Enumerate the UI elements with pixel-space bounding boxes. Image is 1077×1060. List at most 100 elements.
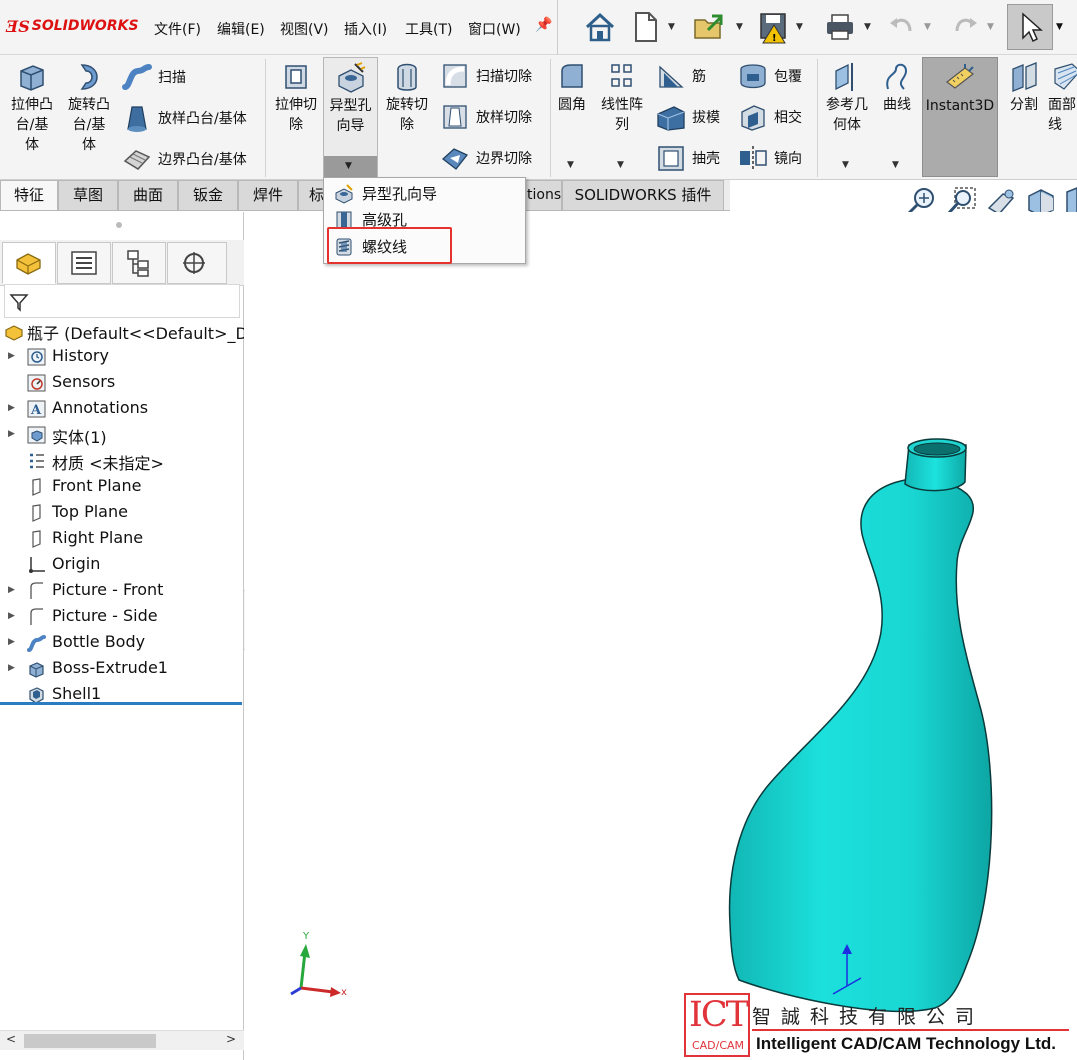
fillet-button[interactable]: 圆角: [552, 61, 592, 115]
tree-item-boss-extrude1[interactable]: ▶ Boss-Extrude1: [0, 656, 244, 682]
view-triad[interactable]: Y x: [290, 931, 347, 998]
chevron-down-icon[interactable]: ▼: [842, 160, 849, 170]
rollback-bar[interactable]: [0, 702, 242, 705]
shell-button[interactable]: 抽壳: [656, 143, 720, 173]
swept-cut-button[interactable]: 扫描切除: [440, 61, 532, 91]
tree-item-origin[interactable]: Origin: [0, 552, 244, 578]
chevron-down-icon[interactable]: ▼: [668, 22, 675, 32]
chevron-down-icon[interactable]: ▼: [864, 22, 871, 32]
expand-arrow-icon[interactable]: ▶: [8, 403, 15, 413]
horizontal-scrollbar[interactable]: < >: [0, 1030, 244, 1050]
tree-item-material[interactable]: 材质 <未指定>: [0, 448, 244, 474]
menu-tools[interactable]: 工具(T): [405, 19, 452, 39]
solidworks-logo[interactable]: ƎS SOLIDWORKS: [6, 14, 139, 38]
linear-pattern-button[interactable]: 线性阵 列: [596, 61, 648, 135]
tab-configuration-manager[interactable]: [112, 242, 166, 284]
select-tool-button[interactable]: [1007, 4, 1053, 50]
menu-file[interactable]: 文件(F): [154, 19, 201, 39]
tree-item-picture-side[interactable]: ▶ Picture - Side: [0, 604, 244, 630]
tree-item-solid-bodies[interactable]: ▶ 实体(1): [0, 422, 244, 448]
model-view[interactable]: Y x: [245, 212, 1077, 1060]
scrollbar-thumb[interactable]: [24, 1034, 156, 1048]
tab-feature-manager[interactable]: [2, 242, 56, 284]
tree-item-sensors[interactable]: Sensors: [0, 370, 244, 396]
hole-wizard-content: 异型孔 向导: [324, 62, 377, 136]
tree-root-part[interactable]: 瓶子 (Default<<Default>_Di: [0, 318, 244, 344]
expand-arrow-icon[interactable]: ▶: [8, 585, 15, 595]
reference-geometry-button[interactable]: 参考几 何体: [820, 61, 874, 135]
tab-solidworks-addins[interactable]: SOLIDWORKS 插件: [562, 180, 724, 210]
intersect-button[interactable]: 相交: [738, 102, 802, 132]
hole-wizard-button[interactable]: 异型孔 向导 ▼: [323, 57, 378, 179]
menu-insert[interactable]: 插入(I): [344, 19, 387, 39]
menu-window[interactable]: 窗口(W): [468, 19, 521, 39]
tab-sheet-metal[interactable]: 钣金: [178, 180, 238, 210]
tree-item-front-plane[interactable]: Front Plane: [0, 474, 244, 500]
expand-arrow-icon[interactable]: ▶: [8, 663, 15, 673]
chevron-down-icon[interactable]: ▼: [617, 160, 624, 170]
menu-edit[interactable]: 编辑(E): [217, 19, 265, 39]
tab-weldments[interactable]: 焊件: [238, 180, 298, 210]
redo-button[interactable]: ▼: [951, 8, 994, 46]
chevron-down-icon[interactable]: ▼: [924, 22, 931, 32]
rib-button[interactable]: 筋: [656, 61, 706, 91]
bottle-body[interactable]: [728, 478, 993, 1013]
curves-button[interactable]: 曲线: [876, 61, 918, 115]
chevron-down-icon[interactable]: ▼: [736, 22, 743, 32]
pin-icon[interactable]: 📌: [535, 17, 552, 33]
home-button[interactable]: [583, 8, 617, 46]
save-button[interactable]: ! ▼: [758, 8, 803, 46]
scroll-right-icon[interactable]: >: [226, 1032, 236, 1046]
split-button[interactable]: 分割: [1003, 61, 1045, 115]
print-button[interactable]: ▼: [824, 8, 871, 46]
new-document-button[interactable]: ▼: [632, 8, 675, 46]
tab-sketch[interactable]: 草图: [58, 180, 118, 210]
extruded-cut-button[interactable]: 拉伸切 除: [270, 61, 322, 135]
menu-view[interactable]: 视图(V): [280, 19, 329, 39]
chevron-down-icon[interactable]: ▼: [987, 22, 994, 32]
expand-arrow-icon[interactable]: ▶: [8, 611, 15, 621]
face-curves-button[interactable]: 面部 线: [1048, 61, 1077, 135]
instant3d-toggle[interactable]: Instant3D: [922, 57, 998, 177]
tree-item-history[interactable]: ▶ History: [0, 344, 244, 370]
tab-features[interactable]: 特征: [0, 180, 58, 210]
lofted-boss-button[interactable]: 放样凸台/基体: [122, 103, 247, 133]
expand-arrow-icon[interactable]: ▶: [8, 351, 15, 361]
expand-arrow-icon[interactable]: ▶: [8, 429, 15, 439]
menu-item-hole-wizard[interactable]: 异型孔向导: [324, 180, 525, 206]
tab-dimxpert-manager[interactable]: [167, 242, 227, 284]
open-button[interactable]: ▼: [692, 8, 743, 46]
revolved-cut-button[interactable]: 旋转切 除: [381, 61, 433, 135]
expand-arrow-icon[interactable]: ▶: [8, 637, 15, 647]
extruded-boss-button[interactable]: 拉伸凸 台/基 体: [6, 61, 58, 155]
tree-item-top-plane[interactable]: Top Plane: [0, 500, 244, 526]
graphics-area[interactable]: Y x: [245, 212, 1077, 1060]
tree-item-right-plane[interactable]: Right Plane: [0, 526, 244, 552]
tab-property-manager[interactable]: [57, 242, 111, 284]
lofted-cut-button[interactable]: 放样切除: [440, 102, 532, 132]
hole-wizard-dropdown-button[interactable]: ▼: [324, 156, 377, 178]
chevron-down-icon[interactable]: ▼: [1056, 8, 1063, 46]
feature-tree-filter[interactable]: [4, 284, 240, 318]
mirror-button[interactable]: 镜向: [738, 143, 802, 173]
tree-item-bottle-body[interactable]: ▶ Bottle Body: [0, 630, 244, 656]
mirror-label: 镜向: [774, 151, 802, 167]
pane-grip-handle[interactable]: [116, 222, 122, 228]
scroll-left-icon[interactable]: <: [6, 1032, 16, 1046]
tree-item-annotations[interactable]: ▶ A Annotations: [0, 396, 244, 422]
wrap-button[interactable]: 包覆: [738, 61, 802, 91]
boundary-cut-label: 边界切除: [476, 151, 532, 167]
boundary-boss-button[interactable]: 边界凸台/基体: [122, 145, 247, 173]
swept-boss-button[interactable]: 扫描: [122, 63, 186, 91]
revolved-boss-button[interactable]: 旋转凸 台/基 体: [63, 61, 115, 155]
chevron-down-icon[interactable]: ▼: [567, 160, 574, 170]
tree-item-label: 实体(1): [52, 428, 107, 447]
chevron-down-icon[interactable]: ▼: [892, 160, 899, 170]
draft-button[interactable]: 拔模: [656, 102, 720, 132]
filter-icon: [9, 294, 29, 312]
tree-item-picture-front[interactable]: ▶ Picture - Front: [0, 578, 244, 604]
chevron-down-icon[interactable]: ▼: [796, 22, 803, 32]
boundary-cut-button[interactable]: 边界切除: [440, 143, 532, 173]
tab-surfaces[interactable]: 曲面: [118, 180, 178, 210]
undo-button[interactable]: ▼: [888, 8, 931, 46]
